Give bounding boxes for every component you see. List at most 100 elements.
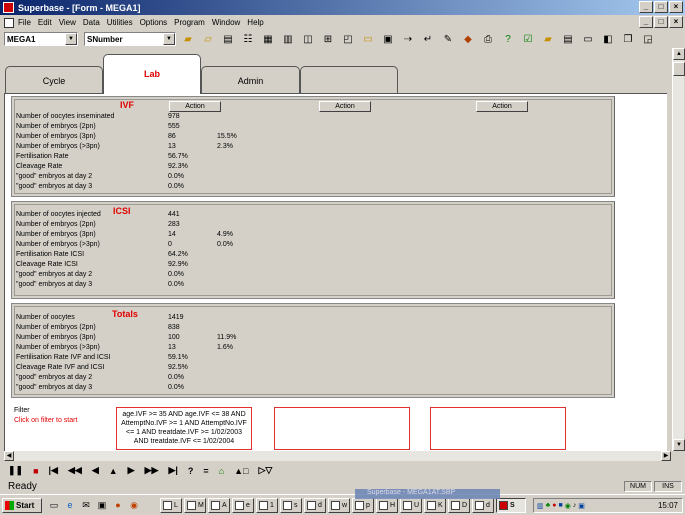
pause-icon[interactable]: ❚❚	[8, 465, 23, 476]
menu-utilities[interactable]: Utilities	[107, 18, 133, 27]
rewind-icon[interactable]: ◀◀	[68, 465, 82, 476]
task-item-10[interactable]: H	[376, 498, 398, 513]
form-view-icon[interactable]: ▤	[220, 32, 236, 46]
help-icon[interactable]: ?	[500, 32, 516, 46]
filter-box-2[interactable]	[274, 407, 410, 450]
scroll-right-icon[interactable]: ▶	[661, 451, 671, 461]
horizontal-scrollbar[interactable]: ◀ ▶	[4, 451, 671, 461]
menu-program[interactable]: Program	[174, 18, 205, 27]
field-select[interactable]: SNumber ▼	[84, 32, 176, 46]
task-item-11[interactable]: U	[400, 498, 422, 513]
task-item-14[interactable]: d	[472, 498, 494, 513]
layout-icon[interactable]: ◫	[300, 32, 316, 46]
outlook-icon[interactable]: ✉	[80, 499, 92, 511]
scroll-thumb[interactable]	[673, 62, 685, 76]
check-icon[interactable]: ☑	[520, 32, 536, 46]
report-icon[interactable]: ▤	[560, 32, 576, 46]
scroll-down-icon[interactable]: ▼	[673, 439, 685, 451]
query-icon[interactable]: ◰	[340, 32, 356, 46]
vertical-scrollbar[interactable]: ▲ ▼	[672, 48, 685, 451]
task-item-5[interactable]: 1	[256, 498, 278, 513]
tile-icon[interactable]: ◧	[600, 32, 616, 46]
open-file-icon[interactable]: ▱	[200, 32, 216, 46]
filter-box-3[interactable]	[430, 407, 566, 450]
form-select[interactable]: MEGA1 ▼	[4, 32, 78, 46]
task-item-superbase[interactable]: S	[496, 498, 526, 513]
menu-file[interactable]: File	[18, 18, 31, 27]
print-icon[interactable]: ⎙	[480, 32, 496, 46]
paint-icon[interactable]: ◆	[460, 32, 476, 46]
tab-cycle[interactable]: Cycle	[5, 66, 103, 94]
task-item-6[interactable]: s	[280, 498, 302, 513]
enter-icon[interactable]: ↵	[420, 32, 436, 46]
media-icon[interactable]: ●	[112, 499, 124, 511]
table-view-icon[interactable]: ▦	[260, 32, 276, 46]
menu-options[interactable]: Options	[140, 18, 168, 27]
tab-blank[interactable]	[300, 66, 398, 94]
firefox-icon[interactable]: ◉	[128, 499, 140, 511]
first-record-icon[interactable]: |◀	[49, 465, 58, 476]
shapes-down-icon[interactable]: ▷▽	[258, 465, 272, 476]
start-button[interactable]: Start	[2, 498, 42, 513]
clock[interactable]: 15:07	[658, 501, 678, 510]
previous-record-icon[interactable]: ◀	[92, 465, 99, 476]
tray-icon-6[interactable]: ♪	[573, 502, 577, 509]
chevron-down-icon[interactable]: ▼	[65, 33, 77, 45]
document-icon[interactable]	[4, 17, 14, 28]
folder-icon[interactable]: ▭	[360, 32, 376, 46]
mdi-minimize-button[interactable]: _	[639, 16, 653, 28]
open-folder-icon[interactable]: ▰	[180, 32, 196, 46]
filter-hint[interactable]: Click on filter to start	[14, 417, 77, 424]
menu-data[interactable]: Data	[83, 18, 100, 27]
task-item-4[interactable]: e	[232, 498, 254, 513]
shapes-icon[interactable]: ▲□	[234, 466, 248, 476]
tab-admin[interactable]: Admin	[201, 66, 300, 94]
equals-icon[interactable]: =	[203, 466, 208, 476]
superbase-app-icon[interactable]	[3, 2, 14, 13]
explorer-icon[interactable]: ▣	[96, 499, 108, 511]
tab-lab[interactable]: Lab	[103, 54, 201, 94]
desktop-icon[interactable]: ▭	[48, 499, 60, 511]
ivf-action-button-1[interactable]: Action	[169, 101, 221, 112]
home-icon[interactable]: ⌂	[219, 466, 224, 476]
menu-help[interactable]: Help	[247, 18, 263, 27]
stop-icon[interactable]: ■	[33, 466, 38, 476]
fast-forward-icon[interactable]: ▶▶	[145, 465, 159, 476]
task-item-8[interactable]: w	[328, 498, 350, 513]
menu-window[interactable]: Window	[212, 18, 240, 27]
task-item-12[interactable]: K	[424, 498, 446, 513]
task-item-1[interactable]: L	[160, 498, 182, 513]
tray-icon-1[interactable]: ▥	[537, 502, 544, 510]
ivf-action-button-3[interactable]: Action	[476, 101, 528, 112]
minimize-button[interactable]: _	[639, 1, 653, 13]
save-icon[interactable]: ▣	[380, 32, 396, 46]
close-button[interactable]: ×	[669, 1, 683, 13]
record-view-icon[interactable]: ☷	[240, 32, 256, 46]
tray-icon-3[interactable]: ●	[552, 502, 556, 509]
window-icon[interactable]: ▭	[580, 32, 596, 46]
new-window-icon[interactable]: ◲	[640, 32, 656, 46]
column-view-icon[interactable]: ▥	[280, 32, 296, 46]
design-icon[interactable]: ⊞	[320, 32, 336, 46]
task-item-7[interactable]: d	[304, 498, 326, 513]
tray-icon-5[interactable]: ◉	[565, 502, 571, 510]
scroll-left-icon[interactable]: ◀	[4, 451, 14, 461]
tray-icon-2[interactable]: ♣	[546, 502, 551, 509]
current-record-icon[interactable]: ▲	[109, 466, 118, 476]
maximize-button[interactable]: □	[654, 1, 668, 13]
library-icon[interactable]: ▰	[540, 32, 556, 46]
last-record-icon[interactable]: ▶|	[168, 465, 177, 476]
edit-icon[interactable]: ✎	[440, 32, 456, 46]
browser-icon[interactable]: e	[64, 499, 76, 511]
mdi-close-button[interactable]: ×	[669, 16, 683, 28]
task-item-13[interactable]: D	[448, 498, 470, 513]
cascade-icon[interactable]: ❐	[620, 32, 636, 46]
query-icon[interactable]: ?	[188, 466, 194, 476]
tray-icon-4[interactable]: ■	[558, 502, 562, 509]
ivf-action-button-2[interactable]: Action	[319, 101, 371, 112]
menu-edit[interactable]: Edit	[38, 18, 52, 27]
tray-icon-7[interactable]: ▣	[578, 502, 585, 510]
next-record-icon[interactable]: ▶	[128, 465, 135, 476]
chevron-down-icon[interactable]: ▼	[163, 33, 175, 45]
task-item-9[interactable]: p	[352, 498, 374, 513]
